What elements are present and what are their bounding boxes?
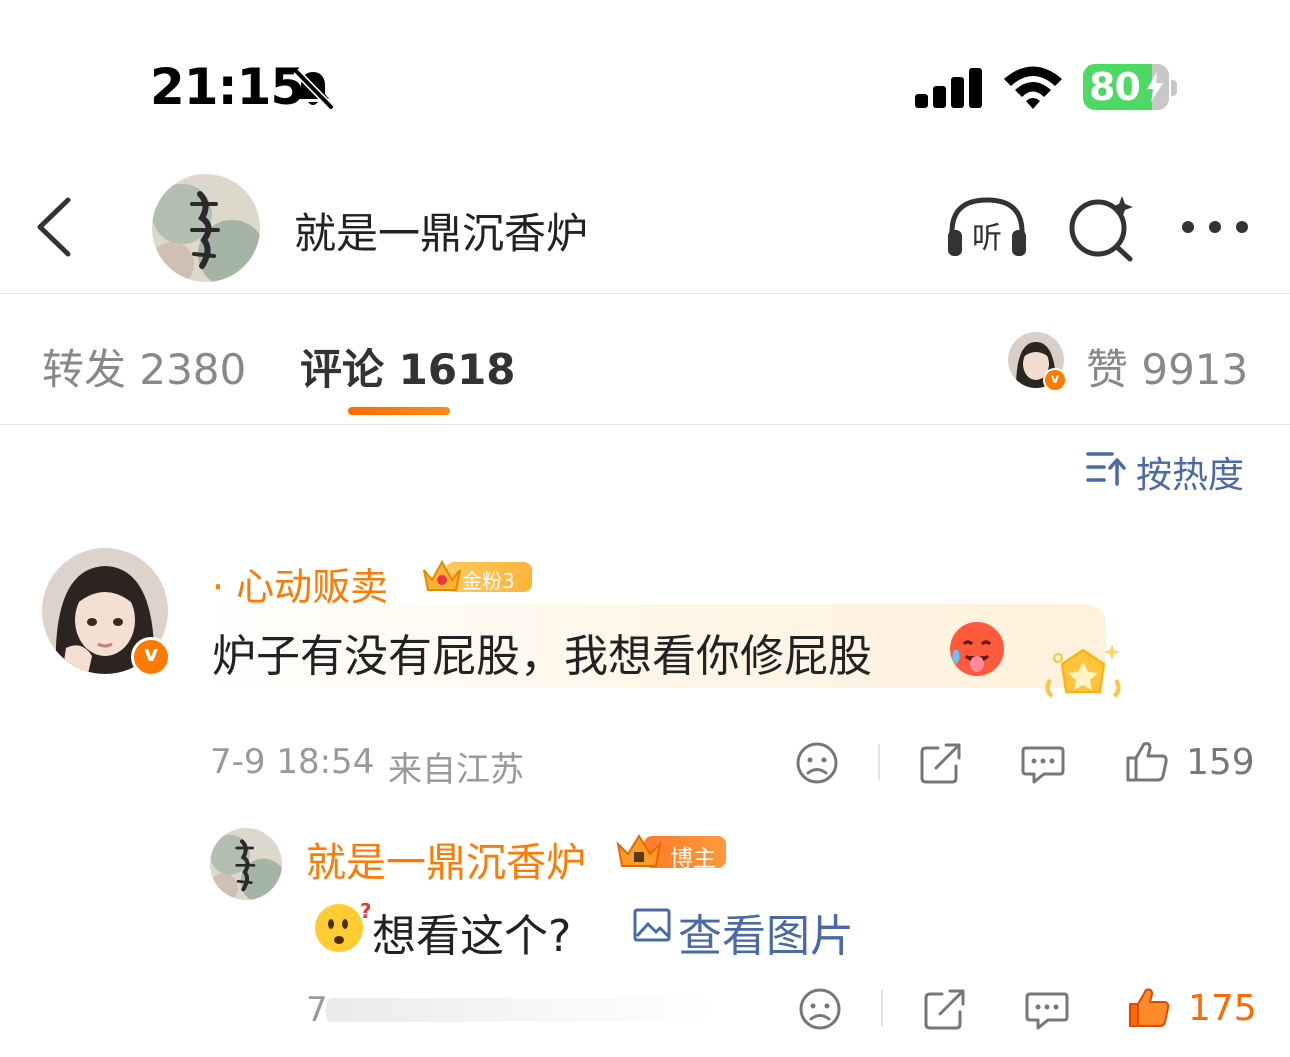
tab-likes[interactable]: 赞 9913: [1086, 336, 1248, 397]
status-time: 21:15: [150, 58, 305, 116]
reply-comment-icon[interactable]: [1024, 986, 1070, 1032]
tab-comments[interactable]: 评论 1618: [300, 336, 516, 397]
battery-indicator: 80: [1083, 64, 1169, 110]
commenter-name[interactable]: · 心动贩卖: [212, 556, 388, 611]
verified-badge: v: [131, 637, 171, 677]
thumbs-up-icon[interactable]: [1124, 738, 1170, 784]
view-image-link[interactable]: 查看图片: [678, 900, 854, 964]
listen-label: 听: [972, 221, 1002, 256]
ai-search-icon[interactable]: [1066, 192, 1138, 262]
comment-text: 炉子有没有屁股，我想看你修屁股: [212, 631, 872, 682]
sort-by-hot-button[interactable]: 按热度: [1136, 446, 1244, 498]
star-badge-icon: [1045, 644, 1121, 698]
cellular-signal-icon: [915, 68, 982, 108]
wifi-icon: [1004, 66, 1062, 109]
reply-text: 想看这个?: [372, 911, 572, 962]
reply-comment-icon[interactable]: [1020, 740, 1066, 786]
tabs-divider: [0, 424, 1290, 425]
more-dots-icon[interactable]: [1180, 212, 1250, 242]
action-separator: [881, 990, 883, 1026]
image-icon[interactable]: [632, 906, 672, 944]
profile-avatar[interactable]: [152, 174, 260, 282]
crown-icon: [616, 834, 662, 867]
blogger-badge-label: 博主: [670, 846, 716, 872]
thumbs-up-liked-icon[interactable]: [1126, 984, 1172, 1030]
verified-badge-label: v: [143, 642, 159, 667]
header-title: 就是一鼎沉香炉: [294, 209, 589, 258]
action-separator: [878, 744, 880, 780]
share-icon[interactable]: [922, 986, 968, 1032]
liker-verified-badge: v: [1043, 368, 1067, 392]
calligraphy-avatar-image: [210, 828, 282, 900]
tab-reposts[interactable]: 转发 2380: [42, 336, 246, 397]
hot-face-icon: [950, 622, 1004, 676]
battery-cap: [1171, 80, 1177, 96]
comment-date: 7-9 18:54: [210, 742, 375, 782]
sort-icon[interactable]: [1086, 448, 1126, 486]
charging-bolt-icon: [1147, 72, 1163, 102]
calligraphy-avatar-image: [152, 174, 260, 282]
bell-slash-icon: [293, 68, 334, 110]
active-tab-indicator: [348, 407, 450, 415]
back-chevron-icon[interactable]: [30, 196, 80, 258]
header-divider: [0, 293, 1290, 294]
reply-like-count: 175: [1188, 988, 1257, 1029]
reply-date: 7: [306, 990, 328, 1030]
reply-author-name[interactable]: 就是一鼎沉香炉: [306, 830, 586, 888]
share-icon[interactable]: [918, 740, 964, 786]
reply-date-obscured: [326, 998, 716, 1022]
thinking-face-icon: ?: [315, 899, 370, 952]
gold-fan-badge: 金粉3: [420, 556, 532, 596]
battery-level: 80: [1089, 65, 1141, 109]
crown-icon: [423, 559, 461, 591]
svg-text:?: ?: [360, 899, 370, 923]
blogger-badge: 博主: [614, 830, 726, 872]
dislike-face-icon[interactable]: [797, 986, 843, 1032]
comment-like-count: 159: [1186, 742, 1255, 783]
dislike-face-icon[interactable]: [794, 740, 840, 786]
fan-badge-label: 金粉3: [462, 569, 515, 593]
comment-location: 来自江苏: [388, 750, 524, 790]
listen-headphones-icon[interactable]: 听: [944, 194, 1030, 260]
reply-author-avatar[interactable]: [210, 828, 282, 900]
